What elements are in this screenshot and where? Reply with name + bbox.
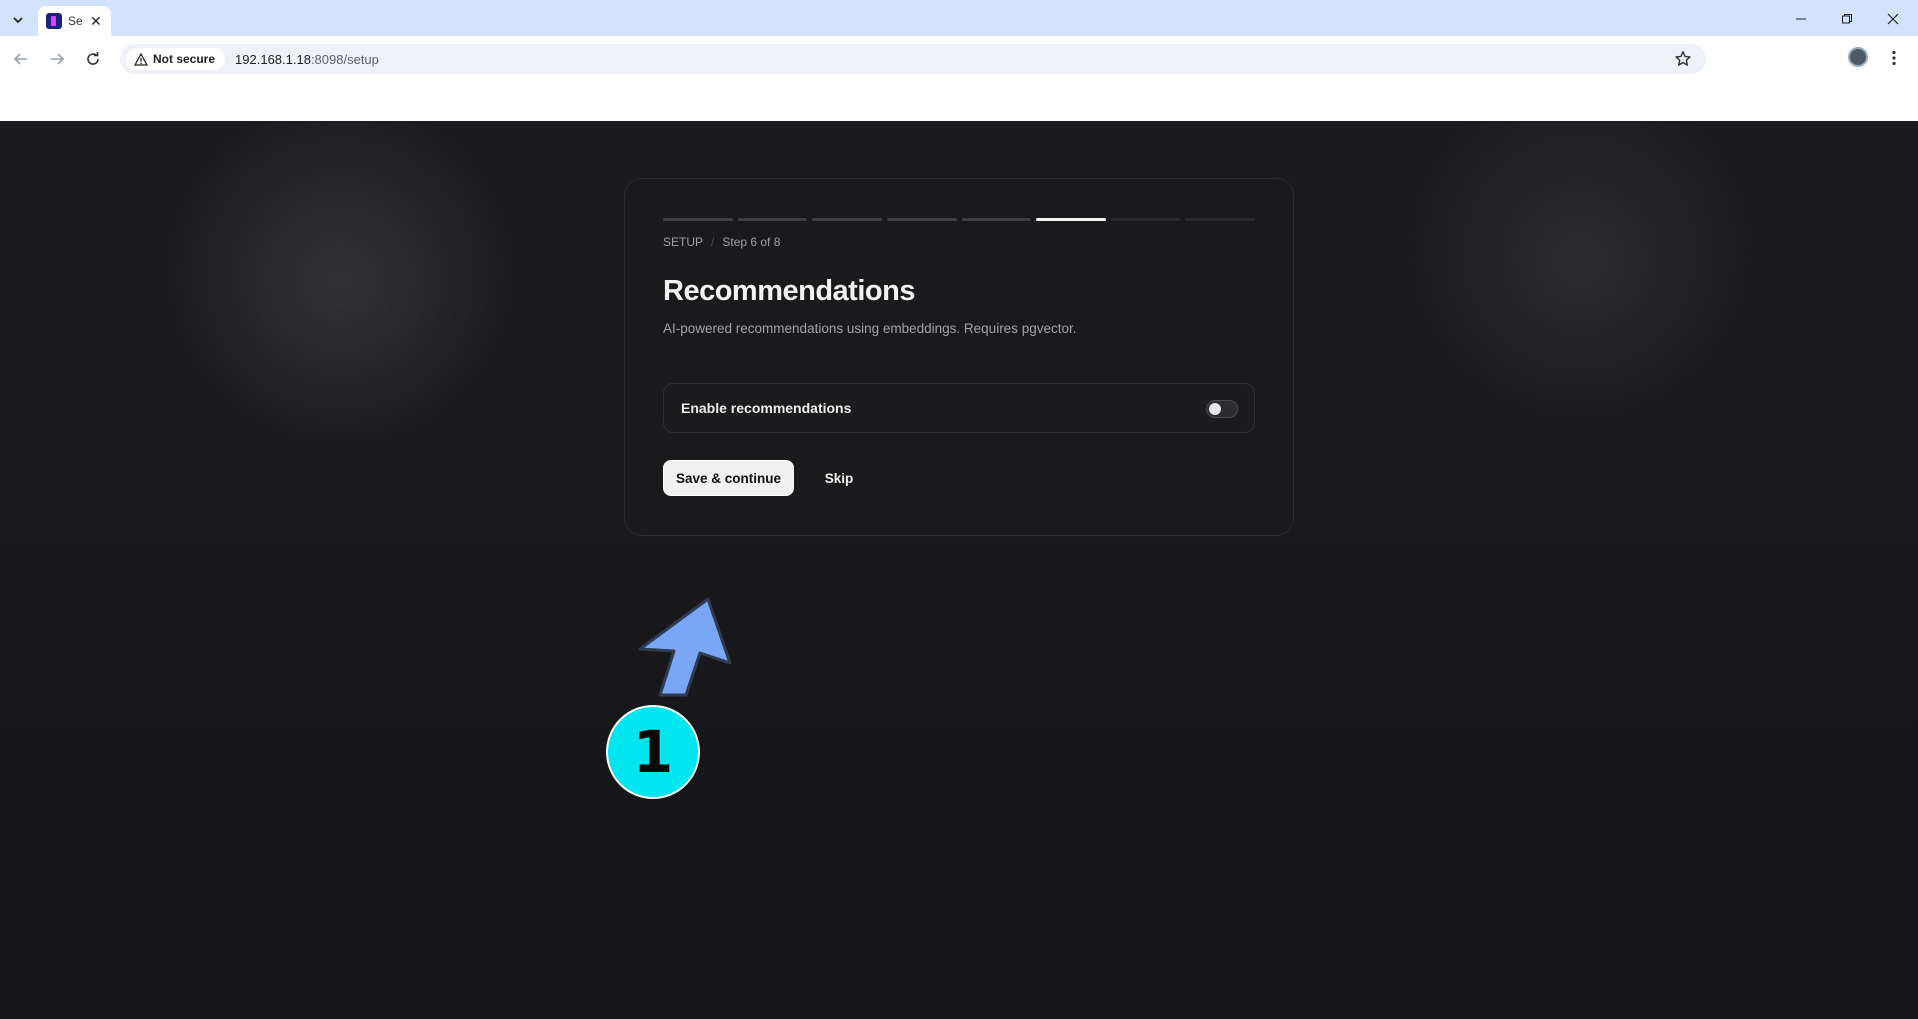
restore-button[interactable] bbox=[1832, 8, 1862, 30]
minimize-button[interactable] bbox=[1786, 8, 1816, 30]
more-vertical-icon bbox=[1892, 50, 1896, 66]
breadcrumb: SETUP / Step 6 of 8 bbox=[663, 235, 780, 249]
reload-icon bbox=[87, 52, 99, 65]
breadcrumb-section: SETUP bbox=[663, 235, 704, 249]
enable-recommendations-row[interactable]: Enable recommendations bbox=[663, 383, 1255, 433]
progress-segment bbox=[886, 218, 957, 221]
bookmark-button[interactable] bbox=[1674, 50, 1692, 73]
close-icon bbox=[1887, 13, 1899, 25]
browser-toolbar: Not secure 192.168.1.18:8098/setup bbox=[0, 36, 1918, 82]
progress-segment bbox=[1185, 218, 1255, 221]
step-number-badge: 1 bbox=[606, 705, 700, 799]
browser-menu-button[interactable] bbox=[1884, 46, 1904, 70]
url-text[interactable]: 192.168.1.18:8098/setup bbox=[235, 52, 379, 67]
page-top-strip bbox=[0, 82, 1918, 121]
tab-search-button[interactable] bbox=[6, 8, 30, 32]
setup-page: SETUP / Step 6 of 8 Recommendations AI-p… bbox=[0, 121, 1918, 1019]
security-label: Not secure bbox=[153, 52, 216, 66]
tab-close-icon[interactable]: ✕ bbox=[90, 14, 102, 28]
restore-icon bbox=[1842, 14, 1852, 24]
setup-card: SETUP / Step 6 of 8 Recommendations AI-p… bbox=[624, 178, 1294, 536]
chevron-down-icon bbox=[13, 17, 23, 24]
arrow-left-icon bbox=[13, 53, 27, 65]
step-progress-bar bbox=[663, 218, 1255, 222]
close-window-button[interactable] bbox=[1878, 8, 1908, 30]
reload-button[interactable] bbox=[80, 46, 106, 72]
skip-button[interactable]: Skip bbox=[809, 460, 869, 496]
tab-title: Se bbox=[68, 14, 82, 28]
back-button[interactable] bbox=[8, 46, 34, 72]
progress-segment bbox=[663, 218, 733, 221]
url-path: :8098/setup bbox=[310, 51, 379, 67]
site-favicon-icon bbox=[46, 13, 62, 29]
warning-icon bbox=[134, 52, 148, 66]
address-bar[interactable]: Not secure 192.168.1.18:8098/setup bbox=[120, 44, 1706, 74]
breadcrumb-separator: / bbox=[711, 235, 715, 249]
progress-segment bbox=[737, 218, 808, 221]
forward-button[interactable] bbox=[44, 46, 70, 72]
minimize-icon bbox=[1796, 18, 1806, 20]
star-icon bbox=[1675, 51, 1691, 66]
page-title: Recommendations bbox=[663, 275, 915, 307]
annotation-arrow-icon bbox=[638, 597, 732, 697]
browser-tab-bar: Se ✕ bbox=[0, 0, 1918, 36]
profile-avatar[interactable] bbox=[1848, 47, 1868, 67]
progress-segment bbox=[961, 218, 1032, 221]
arrow-right-icon bbox=[51, 53, 65, 65]
security-indicator[interactable]: Not secure bbox=[126, 48, 226, 70]
enable-recommendations-toggle[interactable] bbox=[1206, 400, 1238, 418]
save-continue-button[interactable]: Save & continue bbox=[663, 460, 794, 496]
progress-segment bbox=[1110, 218, 1181, 221]
page-description: AI-powered recommendations using embeddi… bbox=[663, 321, 1077, 336]
enable-recommendations-label: Enable recommendations bbox=[681, 400, 852, 416]
browser-tab[interactable]: Se ✕ bbox=[38, 6, 111, 36]
progress-segment bbox=[812, 218, 882, 221]
breadcrumb-step: Step 6 of 8 bbox=[722, 235, 781, 249]
url-host: 192.168.1.18 bbox=[235, 51, 311, 67]
toggle-knob bbox=[1209, 403, 1221, 415]
progress-segment bbox=[1036, 218, 1106, 221]
